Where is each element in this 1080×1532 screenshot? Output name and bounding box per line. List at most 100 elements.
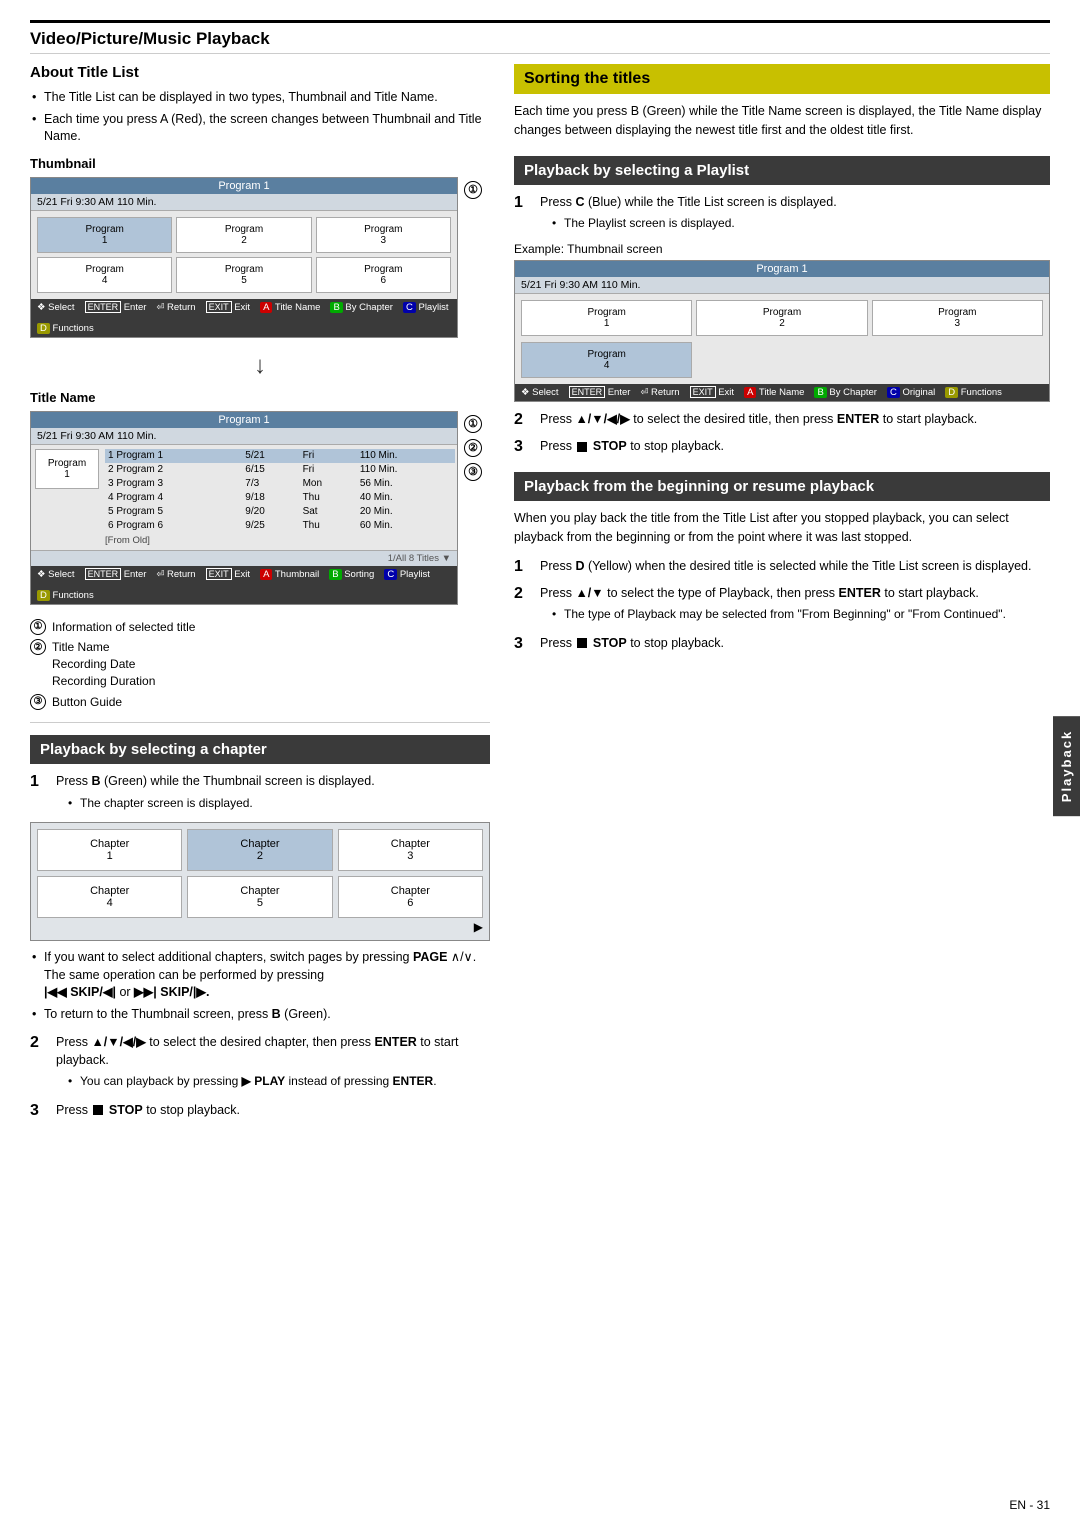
resume-section: Playback from the beginning or resume pl… <box>514 472 1050 652</box>
thumbnail-section: Thumbnail Program 1 5/21 Fri 9:30 AM 110… <box>30 156 490 346</box>
divider <box>30 722 490 723</box>
footer-b-btn: B By Chapter <box>330 302 393 313</box>
resume-step-3-num: 3 <box>514 634 534 653</box>
chapter-step-3-num: 3 <box>30 1101 50 1120</box>
footer-select: ❖ Select <box>37 302 75 313</box>
annotation-circle-1: ① <box>30 619 46 635</box>
chapter-step-1-num: 1 <box>30 772 50 791</box>
chapter-step-3: 3 Press STOP to stop playback. <box>30 1101 490 1120</box>
annotation-text-1: Information of selected title <box>52 619 195 636</box>
playlist-step-2: 2 Press ▲/▼/◀/▶ to select the desired ti… <box>514 410 1050 429</box>
chapter-cell-1: Chapter1 <box>37 829 182 871</box>
sorting-body: Each time you press B (Green) while the … <box>514 102 1050 140</box>
table-row: 5 Program 59/20Sat20 Min. <box>105 505 455 519</box>
pagination-label: 1/All 8 Titles ▼ <box>31 550 457 566</box>
footer-c-btn: C Playlist <box>384 569 430 580</box>
thumbnail-grid: Program1 Program2 Program3 Program4 Prog… <box>31 211 457 299</box>
annotations-list: ① Information of selected title ② Title … <box>30 619 490 711</box>
playlist-thumb-grid-row2: Program4 <box>515 342 1049 384</box>
resume-step-2-content: Press ▲/▼ to select the type of Playback… <box>540 584 1050 626</box>
title-name-screen-container: Program 1 5/21 Fri 9:30 AM 110 Min. Prog… <box>30 411 490 613</box>
page-number: EN - 31 <box>1009 1498 1050 1512</box>
chapter-screen: Chapter1 Chapter2 Chapter3 Chapter4 Chap… <box>30 822 490 941</box>
title-name-footer: ❖ Select ENTER Enter ⏎ Return EXIT Exit … <box>31 566 457 604</box>
footer-exit: EXIT Exit <box>206 302 251 313</box>
thumbnail-screen-header: Program 1 <box>31 178 457 194</box>
annotation-row-1: ① Information of selected title <box>30 619 490 636</box>
thumb-cell-4: Program4 <box>37 257 172 293</box>
annotation-row-2: ② Title NameRecording DateRecording Dura… <box>30 639 490 689</box>
playlist-screen-subheader: 5/21 Fri 9:30 AM 110 Min. <box>515 277 1049 294</box>
from-old-label: [From Old] <box>105 533 455 546</box>
chapter-section-heading: Playback by selecting a chapter <box>30 735 490 764</box>
annotation-text-3: Button Guide <box>52 694 122 711</box>
bullet-item: The chapter screen is displayed. <box>68 795 490 812</box>
footer-enter: ENTER Enter <box>85 569 147 580</box>
chapter-cell-6: Chapter6 <box>338 876 483 918</box>
thumbnail-heading: Thumbnail <box>30 156 490 171</box>
thumbnail-screen-subheader: 5/21 Fri 9:30 AM 110 Min. <box>31 194 457 211</box>
playlist-step-3-num: 3 <box>514 437 534 456</box>
title-name-section: Title Name Program 1 5/21 Fri 9:30 AM 11… <box>30 390 490 613</box>
annotation-num-2: ② <box>464 439 482 457</box>
annotation-text-2: Title NameRecording DateRecording Durati… <box>52 639 155 689</box>
table-row: 1 Program 15/21Fri110 Min. <box>105 449 455 463</box>
thumbnail-screen-footer: ❖ Select ENTER Enter ⏎ Return EXIT Exit … <box>31 299 457 337</box>
footer-select: ❖ Select <box>37 569 75 580</box>
chapter-cell-3: Chapter3 <box>338 829 483 871</box>
sorting-heading: Sorting the titles <box>514 64 1050 94</box>
chapter-step-3-content: Press STOP to stop playback. <box>56 1101 490 1119</box>
main-content: About Title List The Title List can be d… <box>30 64 1050 1128</box>
bullet-item: Each time you press A (Red), the screen … <box>30 111 490 146</box>
chapter-section: Playback by selecting a chapter 1 Press … <box>30 735 490 1119</box>
chapter-grid-arrow: ▶ <box>37 920 483 934</box>
title-name-screen-body: Program1 1 Program 15/21Fri110 Min. 2 Pr <box>31 445 457 550</box>
title-name-thumb: Program1 <box>31 445 103 550</box>
playlist-screen-mockup: Program 1 5/21 Fri 9:30 AM 110 Min. Prog… <box>514 260 1050 402</box>
about-title-list-heading: About Title List <box>30 64 490 81</box>
bullet-item: You can playback by pressing ▶ PLAY inst… <box>68 1073 490 1090</box>
chapter-cell-5: Chapter5 <box>187 876 332 918</box>
playlist-section: Playback by selecting a Playlist 1 Press… <box>514 156 1050 457</box>
footer-b-btn: B By Chapter <box>814 387 877 398</box>
resume-step-1-content: Press D (Yellow) when the desired title … <box>540 557 1050 575</box>
stop-icon <box>93 1105 103 1115</box>
footer-d-btn: D Functions <box>37 590 94 601</box>
title-name-screen-mockup: Program 1 5/21 Fri 9:30 AM 110 Min. Prog… <box>30 411 458 605</box>
playlist-thumb-2: Program2 <box>696 300 867 336</box>
footer-enter: ENTER Enter <box>85 302 147 313</box>
chapter-notes: If you want to select additional chapter… <box>30 949 490 1023</box>
title-name-list-table: 1 Program 15/21Fri110 Min. 2 Program 26/… <box>105 449 455 533</box>
footer-b-btn: B Sorting <box>329 569 374 580</box>
resume-step-1-num: 1 <box>514 557 534 576</box>
chapter-step-2-bullets: You can playback by pressing ▶ PLAY inst… <box>56 1073 490 1090</box>
thumbnail-annotation-nums: ① <box>458 177 490 203</box>
playlist-thumb-1: Program1 <box>521 300 692 336</box>
resume-step-1: 1 Press D (Yellow) when the desired titl… <box>514 557 1050 576</box>
annotation-circle-2: ② <box>30 639 46 655</box>
thumb-cell-5: Program5 <box>176 257 311 293</box>
footer-c-btn: C Playlist <box>403 302 449 313</box>
page-title: Video/Picture/Music Playback <box>30 29 1050 54</box>
title-name-program-thumb: Program1 <box>35 449 99 489</box>
playlist-thumb-4: Program4 <box>521 342 692 378</box>
chapter-step-2: 2 Press ▲/▼/◀/▶ to select the desired ch… <box>30 1033 490 1093</box>
playlist-heading: Playback by selecting a Playlist <box>514 156 1050 185</box>
thumb-cell-3: Program3 <box>316 217 451 253</box>
stop-icon-2 <box>577 442 587 452</box>
playlist-screen-footer: ❖ Select ENTER Enter ⏎ Return EXIT Exit … <box>515 384 1049 401</box>
playlist-step-1-bullets: The Playlist screen is displayed. <box>540 215 1050 232</box>
annotation-num-3: ③ <box>464 463 482 481</box>
chapter-step-2-num: 2 <box>30 1033 50 1052</box>
resume-step-2-num: 2 <box>514 584 534 603</box>
resume-step-3-content: Press STOP to stop playback. <box>540 634 1050 652</box>
bullet-item: The type of Playback may be selected fro… <box>552 606 1050 623</box>
thumbnail-screen-container: Program 1 5/21 Fri 9:30 AM 110 Min. Prog… <box>30 177 490 346</box>
table-row: 6 Program 69/25Thu60 Min. <box>105 519 455 533</box>
chapter-grid: Chapter1 Chapter2 Chapter3 Chapter4 Chap… <box>37 829 483 918</box>
footer-a-btn: A Thumbnail <box>260 569 319 580</box>
annotation-circle-3: ③ <box>30 694 46 710</box>
resume-step-3: 3 Press STOP to stop playback. <box>514 634 1050 653</box>
resume-heading: Playback from the beginning or resume pl… <box>514 472 1050 501</box>
footer-a-btn: A Title Name <box>744 387 804 398</box>
